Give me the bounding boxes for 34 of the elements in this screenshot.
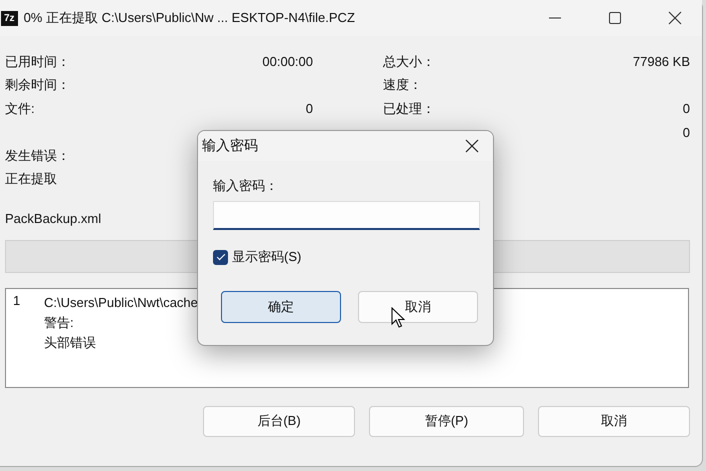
status-text: 正在提取 [5, 170, 57, 188]
window-title: 0% 正在提取 C:\Users\Public\Nw ... ESKTOP-N4\file.PCZ [24, 9, 355, 27]
close-icon[interactable] [668, 11, 682, 25]
ok-button[interactable]: 确定 [221, 291, 341, 323]
action-button[interactable]: 取消 [538, 406, 690, 436]
checkbox-label: 显示密码(S) [232, 248, 302, 266]
stat-label: 发生错误： [5, 146, 70, 165]
stat-label: 剩余时间： [5, 76, 70, 94]
message-text: C:\Users\Public\Nwt\cache [44, 294, 198, 312]
stat-value: 0 [306, 101, 313, 116]
file-name: PackBackup.xml [5, 210, 102, 228]
field-label: 输入密码： [213, 177, 279, 195]
cancel-button[interactable]: 取消 [358, 291, 478, 323]
app-logo: 7z [1, 10, 18, 26]
checkbox[interactable] [213, 250, 228, 264]
stat-value: 77986 KB [632, 54, 690, 70]
action-button[interactable]: 暂停(P) [369, 406, 524, 436]
action-button[interactable]: 后台(B) [203, 406, 355, 436]
password-field[interactable] [213, 201, 480, 230]
maximize-icon[interactable] [608, 11, 622, 25]
row-number: 1 [13, 292, 22, 310]
stat-value: 00:00:00 [262, 54, 313, 70]
dialog-title: 输入密码 [202, 137, 258, 155]
stat-value: 0 [682, 124, 690, 140]
stat-label: 速度： [383, 76, 422, 94]
message-text: 头部错误 [44, 334, 96, 352]
stat-label: 已处理： [383, 100, 435, 118]
cursor-icon [391, 307, 405, 329]
stat-value: 0 [682, 101, 690, 116]
stat-label: 总大小： [383, 52, 435, 71]
stat-label: 文件: [5, 100, 35, 118]
close-icon[interactable] [465, 139, 479, 153]
message-text: 警告: [44, 314, 74, 332]
stat-label: 已用时间： [5, 52, 70, 71]
